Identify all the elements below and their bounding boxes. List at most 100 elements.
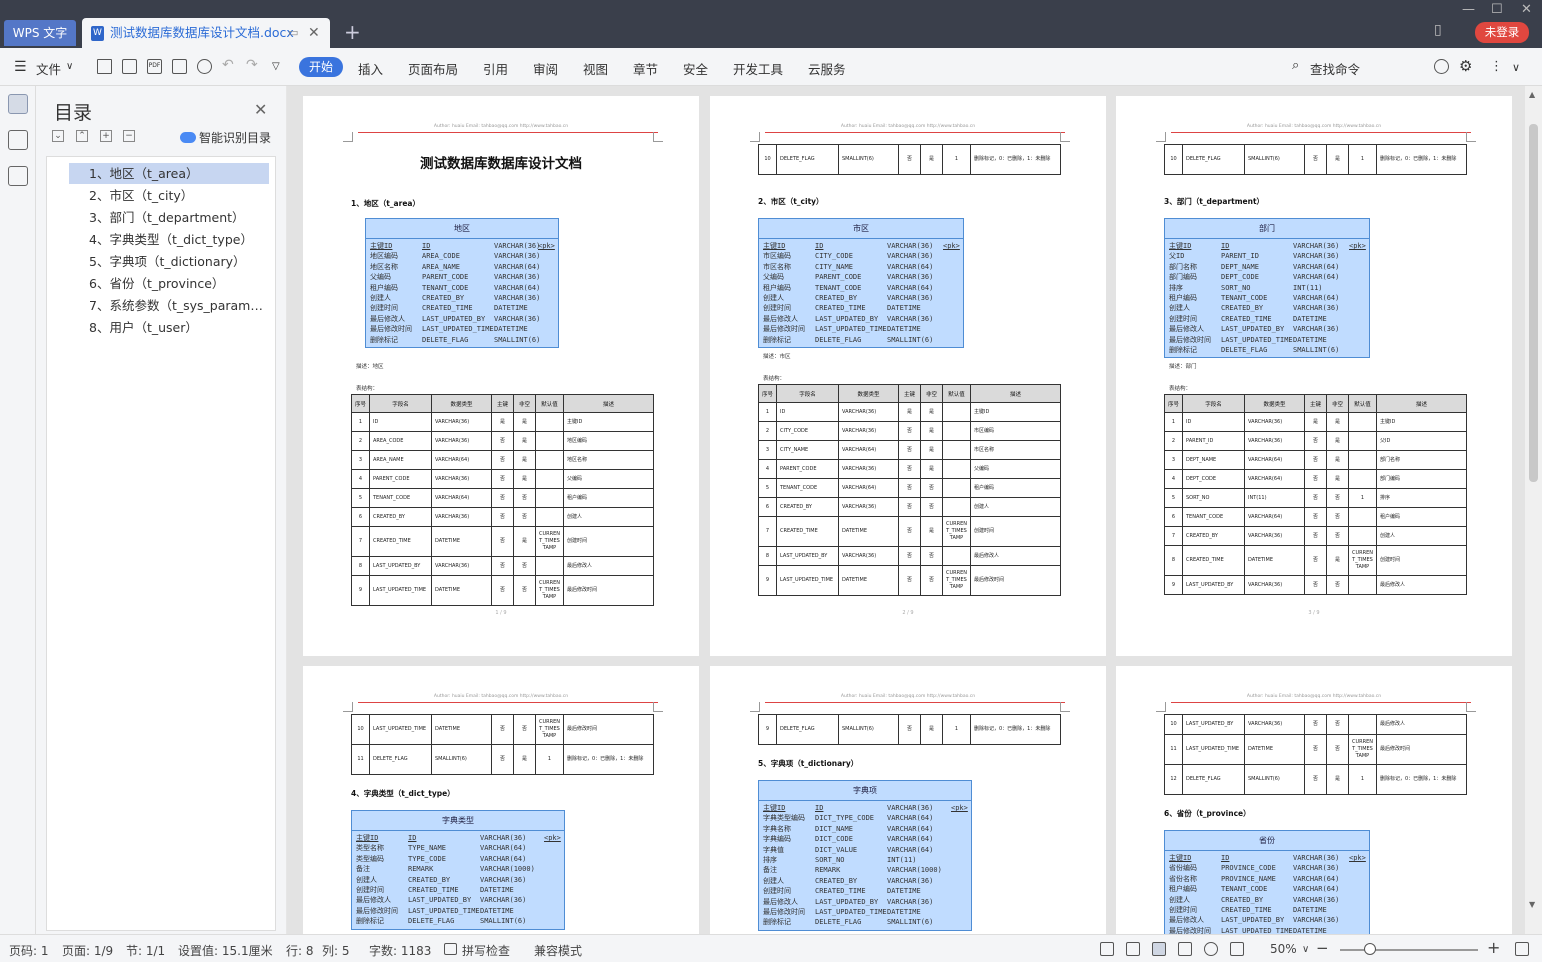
- tab-chapter[interactable]: 章节: [633, 59, 658, 78]
- toc-item[interactable]: 2、市区（t_city）: [69, 185, 269, 206]
- quick-access-dropdown-icon[interactable]: ▽: [272, 61, 280, 72]
- toc-item[interactable]: 3、部门（t_department）: [69, 207, 269, 228]
- status-row[interactable]: 行: 8: [286, 942, 314, 959]
- read-mode-icon[interactable]: [1126, 942, 1140, 956]
- tab-review[interactable]: 审阅: [533, 59, 558, 78]
- table-cell: LAST_UPDATED_BY: [369, 556, 432, 576]
- table-cell: 是: [1304, 412, 1327, 432]
- table-cell: [535, 412, 564, 432]
- zoom-slider-handle[interactable]: [1364, 943, 1376, 955]
- vertical-scrollbar[interactable]: ▲ ▼: [1525, 86, 1542, 934]
- status-words[interactable]: 字数: 1183: [369, 942, 431, 959]
- web-view-icon[interactable]: [1204, 942, 1218, 956]
- write-mode-icon[interactable]: [1230, 942, 1244, 956]
- open-folder-icon[interactable]: [97, 59, 112, 74]
- toc-item[interactable]: 7、系统参数（t_sys_parameter）: [69, 295, 269, 316]
- tab-developer[interactable]: 开发工具: [733, 59, 783, 78]
- page-view-icon[interactable]: [1152, 942, 1166, 956]
- zoom-in-button[interactable]: +: [1487, 938, 1500, 957]
- fit-page-icon[interactable]: [1515, 942, 1529, 956]
- entity-row: 最后修改时间 LAST_UPDATED_TIME DATETIME: [1165, 335, 1369, 345]
- preview-icon[interactable]: [197, 59, 212, 74]
- outline-panel-icon[interactable]: [8, 130, 28, 150]
- save-icon[interactable]: [122, 59, 137, 74]
- entity-cell: LAST_UPDATED_BY: [422, 314, 486, 323]
- spell-check[interactable]: 拼写检查: [462, 942, 510, 959]
- entity-row: 删除标记 DELETE_FLAG SMALLINT(6): [1165, 345, 1369, 355]
- remove-heading-icon[interactable]: −: [123, 130, 135, 142]
- collapse-all-icon[interactable]: ⌄: [52, 130, 64, 142]
- zoom-slider[interactable]: [1340, 949, 1478, 951]
- table-cell: CREATED_TIME: [776, 516, 839, 547]
- login-button[interactable]: 未登录: [1475, 22, 1529, 43]
- table-header-cell: 数据类型: [1244, 394, 1305, 413]
- table-row: 9 LAST_UPDATED_BY VARCHAR(36) 否否最后修改人: [1164, 575, 1467, 595]
- monitor-icon[interactable]: ▭: [288, 18, 298, 48]
- collapse-ribbon-icon[interactable]: ∨: [1512, 61, 1520, 74]
- scroll-thumb[interactable]: [1529, 124, 1538, 482]
- close-window-icon[interactable]: ✕: [1521, 2, 1532, 17]
- fullscreen-icon[interactable]: [1100, 942, 1114, 956]
- minimize-icon[interactable]: —: [1462, 2, 1475, 17]
- document-tab[interactable]: W 测试数据库数据库设计文档.docx ▭ ✕: [82, 18, 330, 48]
- hamburger-icon[interactable]: ☰: [14, 59, 27, 75]
- status-page[interactable]: 页码: 1: [9, 942, 49, 959]
- comment-icon[interactable]: [1434, 59, 1449, 74]
- tab-references[interactable]: 引用: [483, 59, 508, 78]
- section-heading: 6、省份（t_province）: [1164, 809, 1251, 818]
- status-col[interactable]: 列: 5: [322, 942, 350, 959]
- tab-page-layout[interactable]: 页面布局: [408, 59, 458, 78]
- toc-item[interactable]: 5、字典项（t_dictionary）: [69, 251, 269, 272]
- gear-icon[interactable]: ⚙: [1459, 57, 1472, 75]
- compat-mode[interactable]: 兼容模式: [534, 942, 582, 959]
- search-command[interactable]: 查找命令: [1310, 59, 1360, 78]
- zoom-dropdown-icon[interactable]: ∨: [1302, 944, 1309, 955]
- zoom-level[interactable]: 50%: [1270, 942, 1297, 956]
- toc-item[interactable]: 1、地区（t_area）: [69, 163, 269, 184]
- table-cell: 是: [920, 459, 943, 479]
- new-tab-button[interactable]: +: [344, 20, 361, 44]
- entity-row: 地区名称 AREA_NAME VARCHAR(64): [366, 262, 558, 272]
- tab-view[interactable]: 视图: [583, 59, 608, 78]
- entity-cell: 省份名称: [1169, 874, 1197, 883]
- more-icon[interactable]: ⋮: [1490, 59, 1503, 74]
- status-section[interactable]: 节: 1/1: [126, 942, 165, 959]
- entity-cell: INT(11): [1293, 283, 1323, 292]
- tab-security[interactable]: 安全: [683, 59, 708, 78]
- redo-icon[interactable]: ↷: [246, 57, 258, 73]
- entity-box: 字典类型 主键ID ID VARCHAR(36) <pk> 类型名称 TYPE_NAME VA…: [351, 810, 565, 930]
- scroll-down-icon[interactable]: ▼: [1529, 900, 1535, 909]
- pdf-icon[interactable]: PDF: [147, 59, 162, 74]
- close-tab-icon[interactable]: ✕: [308, 18, 320, 48]
- tab-cloud[interactable]: 云服务: [808, 59, 846, 78]
- expand-all-icon[interactable]: ⌃: [76, 130, 88, 142]
- bookmark-panel-icon[interactable]: [8, 166, 28, 186]
- zoom-out-button[interactable]: −: [1316, 939, 1329, 957]
- toc-item[interactable]: 8、用户（t_user）: [69, 317, 269, 338]
- file-dropdown-icon[interactable]: ∨: [66, 61, 73, 72]
- add-heading-icon[interactable]: +: [100, 130, 112, 142]
- status-setting[interactable]: 设置值: 15.1厘米: [178, 942, 273, 959]
- toc-panel-icon[interactable]: [8, 94, 28, 114]
- wps-home-tab[interactable]: WPS 文字: [4, 20, 76, 46]
- smart-toc-button[interactable]: 智能识别目录: [180, 129, 271, 146]
- table-cell: [942, 421, 971, 441]
- section-heading: 2、市区（t_city）: [758, 197, 824, 206]
- scroll-up-icon[interactable]: ▲: [1529, 90, 1535, 99]
- outline-view-icon[interactable]: [1178, 942, 1192, 956]
- status-pages[interactable]: 页面: 1/9: [62, 942, 113, 959]
- close-icon[interactable]: ✕: [254, 100, 267, 119]
- table-cell: 12: [1164, 764, 1183, 795]
- toc-item[interactable]: 6、省份（t_province）: [69, 273, 269, 294]
- tab-insert[interactable]: 插入: [358, 59, 383, 78]
- toc-item[interactable]: 4、字典类型（t_dict_type）: [69, 229, 269, 250]
- file-menu[interactable]: 文件: [36, 59, 61, 78]
- layout-icon[interactable]: ▯: [1434, 22, 1442, 38]
- undo-icon[interactable]: ↶: [222, 57, 234, 73]
- table-cell: CURRENT_TIMESTAMP: [1348, 545, 1377, 576]
- print-icon[interactable]: [172, 59, 187, 74]
- table-description: 描述：市区: [763, 354, 791, 360]
- search-icon[interactable]: ⌕: [1292, 58, 1299, 73]
- maximize-icon[interactable]: ☐: [1491, 2, 1503, 17]
- tab-start[interactable]: 开始: [299, 57, 343, 77]
